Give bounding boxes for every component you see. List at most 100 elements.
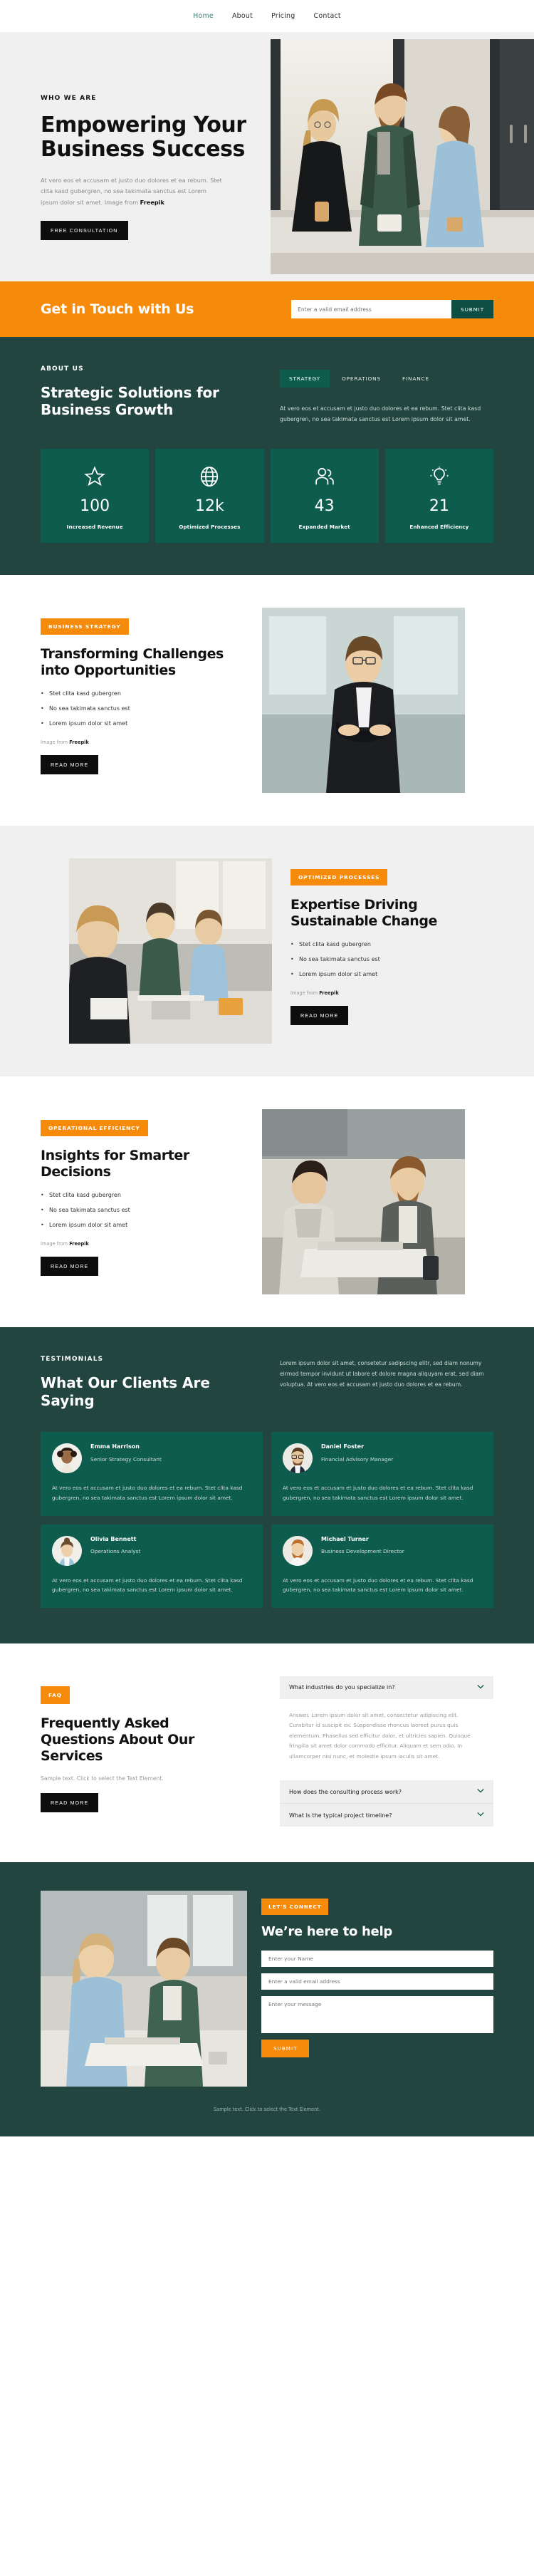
faq-closed-group: How does the consulting process work? Wh… (280, 1780, 493, 1827)
testimonial-name: Daniel Foster (321, 1443, 365, 1450)
hero-section: WHO WE ARE Empowering Your Business Succ… (0, 32, 534, 281)
feature-bullet-list: Stet clita kasd gubergren No sea takimat… (290, 940, 493, 979)
image-credit: Image from Freepik (41, 1241, 244, 1247)
faq-question-project-timeline[interactable]: What is the typical project timeline? (280, 1803, 493, 1827)
cta-submit-button[interactable]: SUBMIT (451, 300, 493, 318)
feature-title: Insights for Smarter Decisions (41, 1148, 189, 1180)
nav-item-about[interactable]: About (232, 12, 253, 20)
about-tab-list: STRATEGY OPERATIONS FINANCE (280, 370, 493, 388)
list-item: Stet clita kasd gubergren (290, 940, 493, 949)
name-field[interactable] (261, 1951, 493, 1968)
feature-row: BUSINESS STRATEGY Transforming Challenge… (0, 608, 534, 794)
testimonial-name: Michael Turner (321, 1535, 369, 1542)
chevron-down-icon (477, 1788, 484, 1795)
feature-bullet-list: Stet clita kasd gubergren No sea takimat… (41, 1191, 244, 1230)
feature-section-business-strategy: BUSINESS STRATEGY Transforming Challenge… (0, 575, 534, 826)
stat-number: 43 (314, 497, 335, 516)
contact-submit-button[interactable]: SUBMIT (261, 2040, 310, 2058)
testimonial-card-olivia-bennett: Olivia Bennett Operations Analyst At ver… (41, 1524, 263, 1608)
nav-item-home[interactable]: Home (193, 12, 214, 20)
feature-text-column: OPERATIONAL EFFICIENCY Insights for Smar… (41, 1109, 244, 1277)
avatar (283, 1443, 313, 1474)
tab-finance[interactable]: FINANCE (393, 370, 439, 388)
faq-question-label: What is the typical project timeline? (289, 1812, 392, 1819)
stat-card-enhanced-efficiency: 21 Enhanced Efficiency (384, 449, 493, 544)
tab-strategy[interactable]: STRATEGY (280, 370, 330, 388)
people-icon (275, 464, 375, 489)
list-item: Lorem ipsum dolor sit amet (290, 970, 493, 979)
testimonial-header: Olivia Bennett Operations Analyst (52, 1535, 251, 1566)
about-title: Strategic Solutions for Business Growth (41, 384, 219, 419)
nav-item-contact[interactable]: Contact (314, 12, 341, 20)
feature-image-colleagues-laptop (262, 1109, 465, 1295)
contact-row: LET'S CONNECT We’re here to help SUBMIT (0, 1891, 534, 2087)
stat-card-expanded-market: 43 Expanded Market (270, 449, 379, 544)
testimonial-card-daniel-foster: Daniel Foster Financial Advisory Manager… (271, 1432, 493, 1516)
faq-question-consulting-process[interactable]: How does the consulting process work? (280, 1780, 493, 1804)
credit-source: Freepik (69, 739, 89, 746)
star-icon (45, 464, 145, 489)
feature-text-column: OPTIMIZED PROCESSES Expertise Driving Su… (290, 858, 493, 1026)
hero-title: Empowering Your Business Success (41, 113, 246, 162)
feature-row: OPTIMIZED PROCESSES Expertise Driving Su… (0, 858, 534, 1044)
message-field[interactable] (261, 1996, 493, 2034)
stat-label: Enhanced Efficiency (409, 524, 469, 531)
globe-icon (159, 464, 259, 489)
faq-question-label: What industries do you specialize in? (289, 1684, 395, 1691)
cta-title: Get in Touch with Us (41, 301, 194, 317)
testimonial-body: At vero eos et accusam et justo duo dolo… (52, 1577, 243, 1594)
image-credit: Image from Freepik (41, 739, 244, 745)
read-more-button[interactable]: READ MORE (41, 1257, 99, 1277)
list-item: Lorem ipsum dolor sit amet (41, 720, 244, 728)
testimonials-heading-block: TESTIMONIALS What Our Clients Are Saying (41, 1356, 254, 1409)
faq-title: Frequently Asked Questions About Our Ser… (41, 1715, 195, 1764)
faq-answer-text: Answer. Lorem ipsum dolor sit amet, cons… (289, 1711, 471, 1760)
testimonial-body: At vero eos et accusam et justo duo dolo… (52, 1485, 243, 1501)
stat-card-increased-revenue: 100 Increased Revenue (41, 449, 150, 544)
faq-question-open[interactable]: What industries do you specialize in? (280, 1676, 493, 1699)
testimonials-section: TESTIMONIALS What Our Clients Are Saying… (0, 1327, 534, 1643)
email-field[interactable] (261, 1973, 493, 1990)
testimonial-role: Operations Analyst (90, 1548, 141, 1555)
lightbulb-icon (389, 464, 489, 489)
avatar (52, 1535, 82, 1566)
faq-question-label: How does the consulting process work? (289, 1788, 402, 1795)
avatar (283, 1535, 313, 1566)
stats-row: 100 Increased Revenue 12k Optimized Proc… (41, 449, 493, 544)
testimonial-identity: Daniel Foster Financial Advisory Manager (321, 1443, 393, 1464)
read-more-button[interactable]: READ MORE (290, 1006, 349, 1026)
faq-heading-block: FAQ Frequently Asked Questions About Our… (41, 1676, 244, 1827)
stat-label: Expanded Market (298, 524, 350, 531)
read-more-button[interactable]: READ MORE (41, 755, 99, 775)
feature-title: Transforming Challenges into Opportuniti… (41, 646, 224, 678)
contact-badge: LET'S CONNECT (261, 1899, 329, 1916)
credit-prefix: Image from (41, 1241, 70, 1247)
testimonials-title: What Our Clients Are Saying (41, 1374, 210, 1409)
testimonial-card-emma-harrison: Emma Harrison Senior Strategy Consultant… (41, 1432, 263, 1516)
feature-badge: OPTIMIZED PROCESSES (290, 869, 388, 886)
cta-form: SUBMIT (291, 300, 493, 318)
testimonial-identity: Olivia Bennett Operations Analyst (90, 1536, 140, 1557)
faq-section: FAQ Frequently Asked Questions About Our… (0, 1643, 534, 1863)
testimonial-card-grid: Emma Harrison Senior Strategy Consultant… (41, 1432, 493, 1608)
main-navigation: Home About Pricing Contact (0, 0, 534, 32)
tab-operations[interactable]: OPERATIONS (333, 370, 390, 388)
avatar (52, 1443, 82, 1474)
testimonial-role: Senior Strategy Consultant (90, 1455, 162, 1463)
nav-item-pricing[interactable]: Pricing (271, 12, 295, 20)
cta-email-input[interactable] (291, 300, 452, 318)
contact-image-office-pair (41, 1891, 247, 2087)
faq-read-more-button[interactable]: READ MORE (41, 1793, 99, 1813)
feature-title: Expertise Driving Sustainable Change (290, 897, 438, 929)
free-consultation-button[interactable]: FREE CONSULTATION (41, 220, 128, 240)
hero-credit: Freepik (140, 198, 164, 206)
image-credit: Image from Freepik (290, 990, 493, 996)
list-item: No sea takimata sanctus est (41, 1206, 244, 1215)
testimonial-header: Michael Turner Business Development Dire… (283, 1535, 482, 1566)
testimonial-header: Daniel Foster Financial Advisory Manager (283, 1443, 482, 1474)
stat-number: 21 (429, 497, 449, 516)
list-item: Stet clita kasd gubergren (41, 1191, 244, 1200)
testimonial-identity: Emma Harrison Senior Strategy Consultant (90, 1443, 162, 1464)
testimonials-header: TESTIMONIALS What Our Clients Are Saying… (41, 1356, 493, 1409)
hero-description-text: At vero eos et accusam et justo duo dolo… (41, 177, 222, 206)
